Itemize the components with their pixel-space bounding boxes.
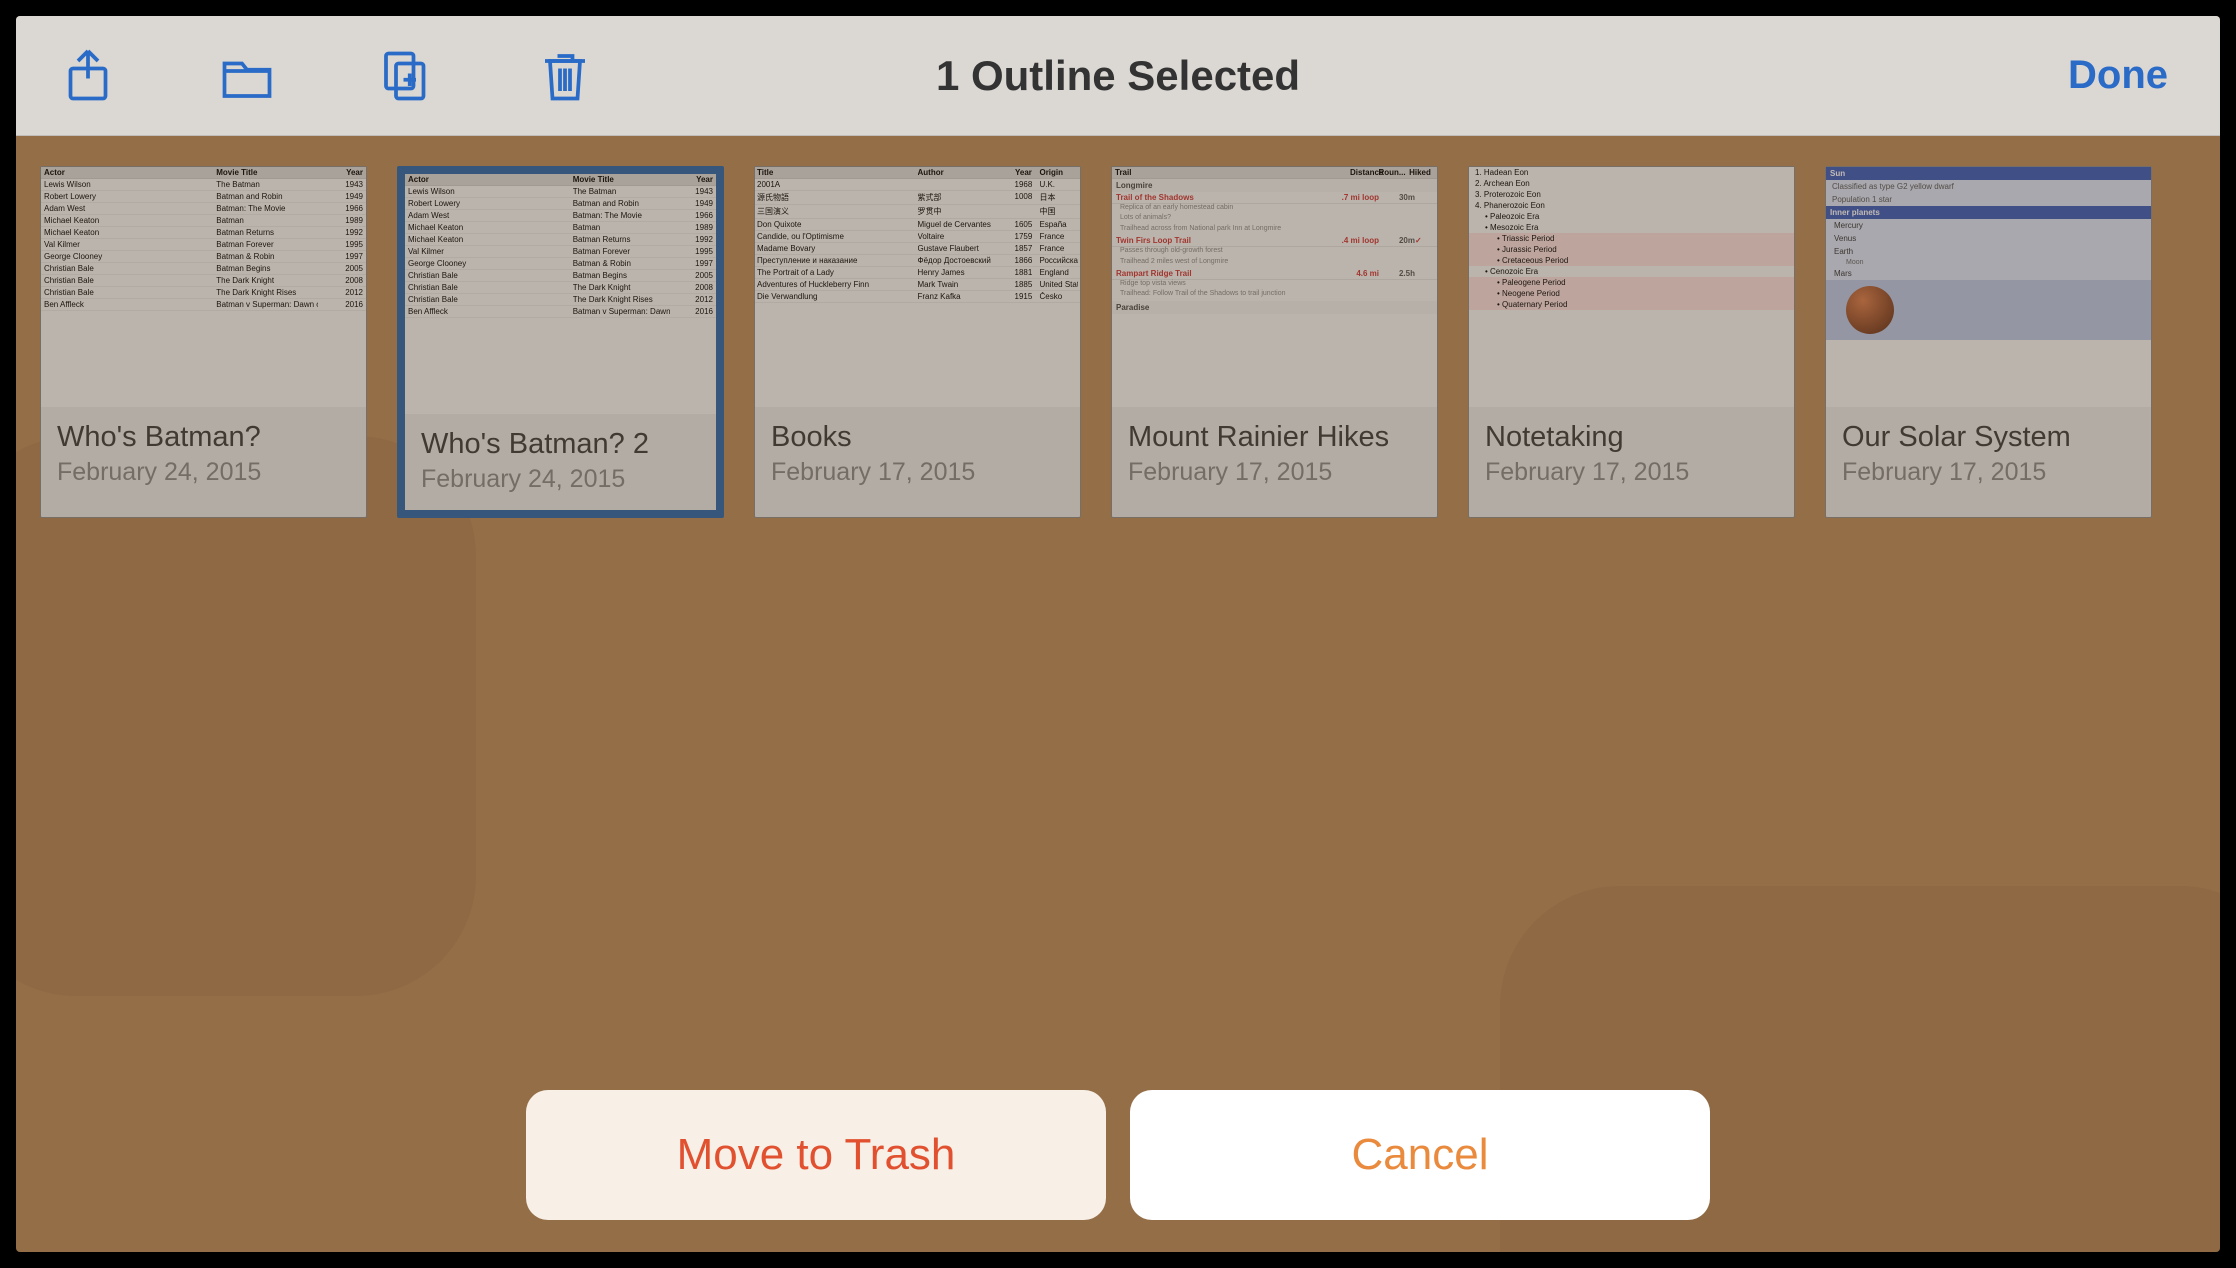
document-thumbnail: SunClassified as type G2 yellow dwarfPop…: [1826, 167, 2151, 407]
document-date: February 17, 2015: [1842, 458, 2135, 487]
folder-icon[interactable]: [215, 44, 279, 108]
document-title: Who's Batman? 2: [421, 428, 700, 461]
document-card[interactable]: 1. Hadean Eon2. Archean Eon3. Proterozoi…: [1468, 166, 1795, 518]
document-card[interactable]: SunClassified as type G2 yellow dwarfPop…: [1825, 166, 2152, 518]
document-date: February 17, 2015: [1485, 458, 1778, 487]
done-button[interactable]: Done: [2056, 45, 2180, 106]
document-thumbnail: TitleAuthorYearOrigin2001A1968U.K.源氏物語紫式…: [755, 167, 1080, 407]
document-card[interactable]: TitleAuthorYearOrigin2001A1968U.K.源氏物語紫式…: [754, 166, 1081, 518]
duplicate-icon[interactable]: [374, 44, 438, 108]
document-thumbnail: ActorMovie TitleYearLewis WilsonThe Batm…: [41, 167, 366, 407]
cancel-button[interactable]: Cancel: [1130, 1090, 1710, 1220]
document-card[interactable]: TrailDistanceRoun...HikedLongmireTrail o…: [1111, 166, 1438, 518]
document-card[interactable]: ActorMovie TitleYearLewis WilsonThe Batm…: [397, 166, 724, 518]
toolbar-title: 1 Outline Selected: [936, 52, 1300, 100]
document-title: Our Solar System: [1842, 421, 2135, 454]
document-title: Notetaking: [1485, 421, 1778, 454]
document-thumbnail: ActorMovie TitleYearLewis WilsonThe Batm…: [405, 174, 716, 414]
document-date: February 24, 2015: [421, 465, 700, 494]
document-thumbnail: 1. Hadean Eon2. Archean Eon3. Proterozoi…: [1469, 167, 1794, 407]
document-title: Who's Batman?: [57, 421, 350, 454]
document-thumbnail: TrailDistanceRoun...HikedLongmireTrail o…: [1112, 167, 1437, 407]
move-to-trash-button[interactable]: Move to Trash: [526, 1090, 1106, 1220]
document-date: February 17, 2015: [1128, 458, 1421, 487]
documents-grid: ActorMovie TitleYearLewis WilsonThe Batm…: [16, 136, 2220, 548]
action-sheet: Move to Trash Cancel: [526, 1090, 1710, 1220]
trash-icon[interactable]: [533, 44, 597, 108]
document-title: Mount Rainier Hikes: [1128, 421, 1421, 454]
share-icon[interactable]: [56, 44, 120, 108]
document-date: February 24, 2015: [57, 458, 350, 487]
document-date: February 17, 2015: [771, 458, 1064, 487]
toolbar: 1 Outline Selected Done: [16, 16, 2220, 136]
document-title: Books: [771, 421, 1064, 454]
document-card[interactable]: ActorMovie TitleYearLewis WilsonThe Batm…: [40, 166, 367, 518]
